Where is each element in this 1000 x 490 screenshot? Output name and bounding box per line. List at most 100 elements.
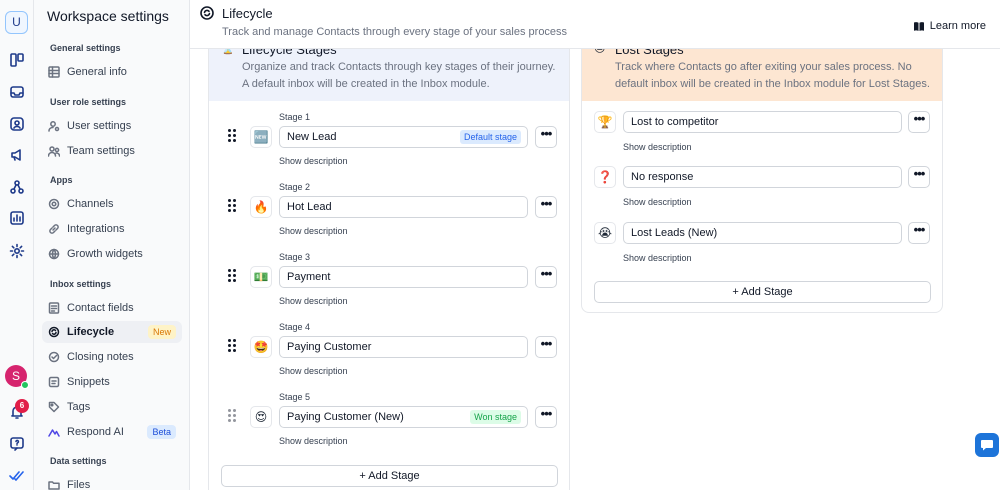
inbox-icon[interactable] xyxy=(7,82,27,102)
stage-label: Stage 1 xyxy=(279,112,311,122)
sidebar-item-general-info[interactable]: General info xyxy=(42,61,182,83)
sidebar-item-files[interactable]: Files xyxy=(42,474,182,490)
sidebar-item-label: Integrations xyxy=(67,223,125,235)
lifecycle-stages-description: Organize and track Contacts through key … xyxy=(242,59,555,93)
description-line: default inbox will be created in the Inb… xyxy=(615,78,930,90)
drag-handle-icon[interactable] xyxy=(228,269,238,285)
contacts-icon[interactable] xyxy=(7,114,27,134)
page-header: Lifecycle Track and manage Contacts thro… xyxy=(190,0,1000,49)
show-description-link[interactable]: Show description xyxy=(279,156,348,166)
stage-more-button[interactable]: ••• xyxy=(908,166,930,188)
description-line: A default inbox will be created in the I… xyxy=(242,78,490,90)
stage-label: Stage 2 xyxy=(279,182,311,192)
stage-more-button[interactable]: ••• xyxy=(535,266,557,288)
show-description-link[interactable]: Show description xyxy=(279,366,348,376)
lost-stages-panel: 😔 Lost Stages Track where Contacts go af… xyxy=(581,38,943,313)
kanban-icon[interactable] xyxy=(7,50,27,70)
workflows-icon[interactable] xyxy=(7,177,27,197)
stage-name-input[interactable]: Lost Leads (New) xyxy=(623,222,902,244)
settings-sidebar: Workspace settings General settings Gene… xyxy=(34,0,190,490)
show-description-link[interactable]: Show description xyxy=(623,253,692,263)
stage-name-input[interactable]: New Lead Default stage xyxy=(279,126,528,148)
show-description-link[interactable]: Show description xyxy=(279,296,348,306)
support-chat-button[interactable] xyxy=(975,433,999,457)
stage-emoji-picker[interactable]: 😍 xyxy=(250,406,272,428)
sidebar-item-label: Team settings xyxy=(67,145,135,157)
stage-name-value: No response xyxy=(631,171,694,183)
stage-name-input[interactable]: Lost to competitor xyxy=(623,111,902,133)
stage-emoji-picker[interactable]: 💵 xyxy=(250,266,272,288)
sidebar-item-integrations[interactable]: Integrations xyxy=(42,218,182,240)
book-icon xyxy=(913,22,924,31)
reports-icon[interactable] xyxy=(7,208,27,228)
sidebar-item-contact-fields[interactable]: Contact fields xyxy=(42,297,182,319)
workspace-switcher[interactable]: U xyxy=(5,11,28,34)
stage-more-button[interactable]: ••• xyxy=(535,336,557,358)
stage-more-button[interactable]: ••• xyxy=(535,406,557,428)
snippets-icon xyxy=(48,376,60,388)
stage-name-input[interactable]: Hot Lead xyxy=(279,196,528,218)
stage-more-button[interactable]: ••• xyxy=(535,126,557,148)
stage-name-value: Hot Lead xyxy=(287,201,332,213)
drag-handle-icon[interactable] xyxy=(228,409,238,425)
sidebar-item-lifecycle[interactable]: Lifecycle New xyxy=(42,321,182,343)
broadcast-icon[interactable] xyxy=(7,145,27,165)
drag-handle-icon[interactable] xyxy=(228,129,238,145)
stage-name-input[interactable]: Payment xyxy=(279,266,528,288)
sidebar-item-label: Contact fields xyxy=(67,302,134,314)
sidebar-item-tags[interactable]: Tags xyxy=(42,396,182,418)
page-subtitle: Track and manage Contacts through every … xyxy=(222,26,568,38)
help-icon[interactable] xyxy=(7,434,27,454)
stage-more-button[interactable]: ••• xyxy=(535,196,557,218)
add-lifecycle-stage-button[interactable]: + Add Stage xyxy=(221,465,558,487)
sidebar-item-label: Files xyxy=(67,479,91,490)
stage-label: Stage 5 xyxy=(279,392,311,402)
drag-handle-icon[interactable] xyxy=(228,199,238,215)
default-stage-badge: Default stage xyxy=(459,130,521,144)
show-description-link[interactable]: Show description xyxy=(623,142,692,152)
sidebar-item-user-settings[interactable]: User settings xyxy=(42,115,182,137)
section-data-settings: Data settings xyxy=(50,456,107,466)
link-icon xyxy=(48,223,60,235)
stage-emoji-picker[interactable]: 🤩 xyxy=(250,336,272,358)
stage-name-input[interactable]: Paying Customer (New) Won stage xyxy=(279,406,528,428)
section-general-settings: General settings xyxy=(50,43,121,53)
show-description-link[interactable]: Show description xyxy=(623,197,692,207)
sidebar-item-label: General info xyxy=(67,66,127,78)
checkmarks-icon[interactable] xyxy=(7,466,27,486)
sidebar-item-snippets[interactable]: Snippets xyxy=(42,371,182,393)
sidebar-title: Workspace settings xyxy=(47,8,169,24)
sidebar-item-label: Respond AI xyxy=(67,426,124,438)
sidebar-item-respond-ai[interactable]: Respond AI Beta xyxy=(42,421,182,443)
sidebar-item-label: Closing notes xyxy=(67,351,134,363)
stage-name-value: Lost Leads (New) xyxy=(631,227,718,239)
show-description-link[interactable]: Show description xyxy=(279,436,348,446)
show-description-link[interactable]: Show description xyxy=(279,226,348,236)
stage-more-button[interactable]: ••• xyxy=(908,222,930,244)
stage-emoji-picker[interactable]: 🏆 xyxy=(594,111,616,133)
drag-handle-icon[interactable] xyxy=(228,339,238,355)
learn-more-link[interactable]: Learn more xyxy=(913,20,986,32)
stage-emoji-picker[interactable]: 🔥 xyxy=(250,196,272,218)
sidebar-item-growth-widgets[interactable]: Growth widgets xyxy=(42,243,182,265)
notification-count-badge: 6 xyxy=(15,399,29,413)
description-line: Track where Contacts go after exiting yo… xyxy=(615,61,912,73)
sidebar-item-closing-notes[interactable]: Closing notes xyxy=(42,346,182,368)
stage-emoji-picker[interactable]: 🆕 xyxy=(250,126,272,148)
stage-emoji-picker[interactable]: 😭 xyxy=(594,222,616,244)
new-badge: New xyxy=(147,325,176,339)
stage-name-input[interactable]: No response xyxy=(623,166,902,188)
team-icon xyxy=(48,145,60,157)
closing-notes-icon xyxy=(48,351,60,363)
stage-name-value: Payment xyxy=(287,271,331,283)
grid-icon xyxy=(48,66,60,78)
sidebar-item-team-settings[interactable]: Team settings xyxy=(42,140,182,162)
sidebar-item-channels[interactable]: Channels xyxy=(42,193,182,215)
add-lost-stage-button[interactable]: + Add Stage xyxy=(594,281,931,303)
stage-emoji-picker[interactable]: ❓ xyxy=(594,166,616,188)
settings-icon[interactable] xyxy=(7,241,27,261)
stage-name-input[interactable]: Paying Customer xyxy=(279,336,528,358)
chat-icon xyxy=(981,440,993,451)
stage-more-button[interactable]: ••• xyxy=(908,111,930,133)
lost-stages-description: Track where Contacts go after exiting yo… xyxy=(615,59,930,93)
